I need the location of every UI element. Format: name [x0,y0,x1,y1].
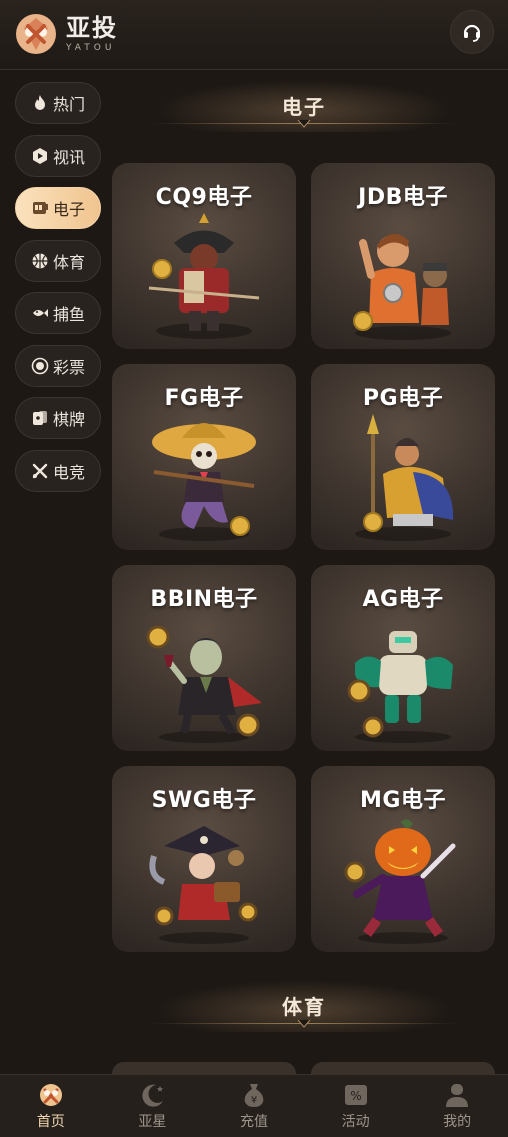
game-card-fg[interactable]: FG电子 [112,364,296,550]
nav-home[interactable]: 首页 [0,1075,102,1137]
sidebar-item-label: 棋牌 [52,410,85,429]
section-title-slots: 电子 [112,78,496,132]
warrior-spear-icon [355,414,454,541]
sidebar-item-live[interactable]: 视讯 [15,134,101,177]
section-title-text: 电子 [282,94,326,119]
game-card-title: CQ9电子 [155,185,253,210]
vampire-icon [146,625,262,743]
chevron-down-icon [297,120,311,128]
logo-mark-icon [16,14,56,54]
nav-promotions[interactable]: % 活动 [305,1075,407,1137]
game-card-title: JDB电子 [358,185,448,210]
game-card-cq9[interactable]: CQ9电子 [112,163,296,349]
nav-yaxing[interactable]: 亚星 [102,1075,204,1137]
esports-icon [32,463,48,478]
game-card-title: MG电子 [360,788,446,813]
robot-icon [347,631,453,743]
moon-star-icon [142,1084,164,1107]
sidebar-item-sports[interactable]: 体育 [15,239,101,282]
slot-machine-icon [32,202,48,214]
play-icon [32,147,47,164]
svg-text:¥: ¥ [251,1095,257,1106]
cards-icon [32,411,47,425]
nav-profile[interactable]: 我的 [406,1075,508,1137]
lottery-icon [31,357,49,374]
game-card-ag[interactable]: AG电子 [311,565,495,751]
home-logo-icon [39,1083,62,1106]
game-card-jdb[interactable]: JDB电子 [311,163,495,349]
chevron-down-icon [297,1020,311,1028]
brand-name-en: YATOU [66,43,116,53]
bottom-navigation: 首页 亚星 ¥ 充值 % 活动 我的 [0,1074,508,1137]
section-title-sports: 体育 [112,978,496,1032]
app-header: 亚投 YATOU [0,0,508,70]
soldier-icon [353,233,451,340]
fish-icon [32,309,48,317]
sidebar-item-slots[interactable]: 电子 [15,187,101,229]
sidebar-item-label: 彩票 [52,357,85,377]
game-card-mg[interactable]: MG电子 [311,766,495,952]
coupon-icon: % [344,1084,367,1105]
pumpkin-icon [344,819,456,944]
game-card-pg[interactable]: PG电子 [311,364,495,550]
sidebar-item-label: 视讯 [52,147,85,167]
pirate-icon [149,826,258,944]
game-card-partial[interactable] [112,1062,296,1074]
sidebar-item-label: 体育 [52,252,85,272]
game-card-title: PG电子 [362,386,444,411]
sidebar-item-cards[interactable]: 棋牌 [15,397,101,439]
game-card-title: FG电子 [164,386,244,411]
category-sidebar: 热门 视讯 电子 体育 捕鱼 彩票 棋牌 电竞 [15,82,101,502]
mariachi-skeleton-icon [152,423,256,541]
sidebar-item-label: 捕鱼 [52,305,85,324]
sidebar-item-esports[interactable]: 电竞 [15,449,101,492]
user-icon [446,1083,469,1107]
game-card-title: SWG电子 [151,788,257,813]
sidebar-item-fishing[interactable]: 捕鱼 [15,292,101,334]
fire-icon [34,95,45,110]
customer-service-button[interactable] [450,10,494,54]
headset-icon [463,24,481,42]
brand-logo[interactable]: 亚投 YATOU [14,12,118,56]
basketball-icon [32,253,48,268]
nav-label: 亚星 [138,1113,167,1130]
sidebar-item-lottery[interactable]: 彩票 [15,344,101,387]
sidebar-item-label: 电子 [52,200,85,219]
nav-deposit[interactable]: ¥ 充值 [203,1075,305,1137]
nav-label: 充值 [239,1113,268,1130]
samurai-icon [148,213,260,339]
money-bag-icon: ¥ [244,1083,264,1107]
game-card-title: AG电子 [362,587,444,612]
nav-label: 首页 [36,1113,65,1130]
section-title-text: 体育 [282,994,326,1019]
game-card-partial[interactable] [311,1062,495,1074]
nav-label: 我的 [443,1113,472,1130]
sidebar-item-label: 电竞 [52,462,85,482]
brand-name: 亚投 [66,14,118,42]
svg-text:%: % [350,1089,361,1103]
game-card-swg[interactable]: SWG电子 [112,766,296,952]
game-card-title: BBIN电子 [150,587,258,612]
sidebar-item-hot[interactable]: 热门 [15,82,101,124]
game-card-bbin[interactable]: BBIN电子 [112,565,296,751]
sidebar-item-label: 热门 [52,95,85,114]
nav-label: 活动 [341,1113,370,1130]
